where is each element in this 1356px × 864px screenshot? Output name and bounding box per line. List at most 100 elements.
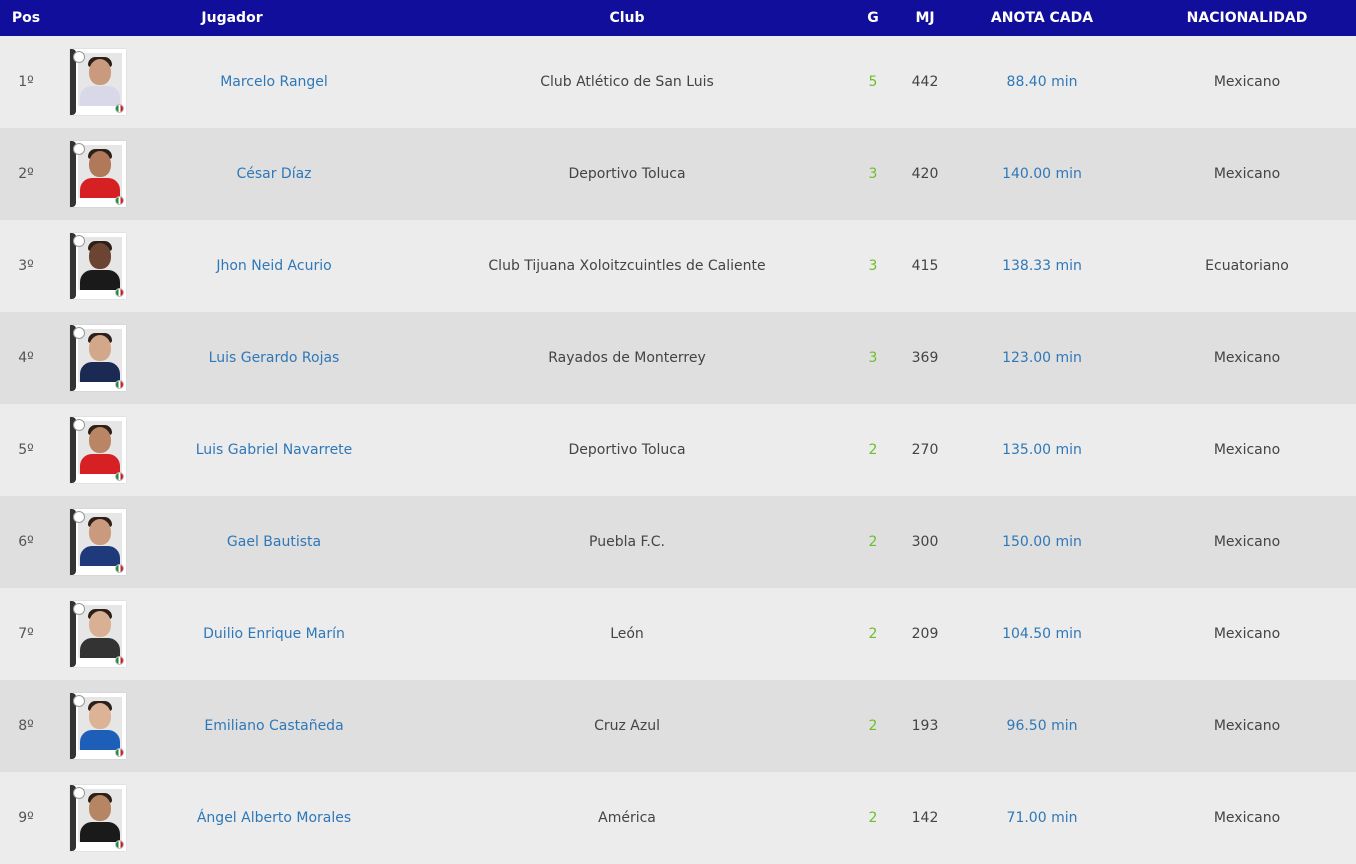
header-scores-every[interactable]: ANOTA CADA	[946, 0, 1138, 36]
scores-every-value: 135.00 min	[1002, 442, 1082, 458]
table-row: 8º Emiliano Castañeda Cruz Azul 2 193 96.50 m…	[0, 680, 1356, 772]
row-position: 4º	[18, 350, 34, 366]
table-row: 6º Gael Bautista Puebla F.C. 2 300 150.00 min…	[0, 496, 1356, 588]
player-name-link[interactable]: César Díaz	[232, 166, 311, 182]
player-name-link[interactable]: Gael Bautista	[223, 534, 321, 550]
club-name: América	[598, 810, 656, 826]
nationality-value: Mexicano	[1213, 74, 1281, 90]
scores-every-value: 140.00 min	[1002, 166, 1082, 182]
club-name: Rayados de Monterrey	[548, 350, 706, 366]
flag-icon	[115, 656, 124, 665]
nationality-value: Mexicano	[1213, 718, 1281, 734]
goals-value: 5	[868, 74, 878, 90]
player-photo-icon[interactable]	[70, 601, 126, 667]
scores-every-value: 123.00 min	[1002, 350, 1082, 366]
club-name: Deportivo Toluca	[568, 166, 686, 182]
player-name-link[interactable]: Ángel Alberto Morales	[193, 810, 351, 826]
row-position: 3º	[18, 258, 34, 274]
nationality-value: Mexicano	[1213, 626, 1281, 642]
club-name: León	[610, 626, 644, 642]
player-photo-icon[interactable]	[70, 325, 126, 391]
club-name: Deportivo Toluca	[568, 442, 686, 458]
goals-value: 2	[868, 626, 878, 642]
row-position: 6º	[18, 534, 34, 550]
nationality-value: Ecuatoriano	[1205, 258, 1289, 274]
player-photo-cell	[52, 772, 132, 864]
minutes-value: 415	[911, 258, 939, 274]
player-name-link[interactable]: Jhon Neid Acurio	[212, 258, 331, 274]
minutes-value: 209	[911, 626, 939, 642]
club-name: Puebla F.C.	[589, 534, 665, 550]
player-photo-icon[interactable]	[70, 49, 126, 115]
player-name-link[interactable]: Emiliano Castañeda	[200, 718, 343, 734]
flag-icon	[115, 196, 124, 205]
nationality-value: Mexicano	[1213, 810, 1281, 826]
club-crest-icon	[73, 695, 85, 707]
player-name-link[interactable]: Duilio Enrique Marín	[199, 626, 345, 642]
player-photo-icon[interactable]	[70, 141, 126, 207]
nationality-value: Mexicano	[1213, 166, 1281, 182]
table-row: 3º Jhon Neid Acurio Club Tijuana Xoloitzcu…	[0, 220, 1356, 312]
table-row: 2º César Díaz Deportivo Toluca 3 420 140.00 m…	[0, 128, 1356, 220]
header-pos[interactable]: Pos	[0, 0, 52, 36]
player-photo-icon[interactable]	[70, 417, 126, 483]
table-header: Pos Jugador Club G MJ ANOTA CADA NACIONA…	[0, 0, 1356, 36]
row-position: 7º	[18, 626, 34, 642]
header-goals[interactable]: G	[842, 0, 904, 36]
goals-value: 3	[868, 166, 878, 182]
header-player[interactable]: Jugador	[52, 0, 412, 36]
scores-every-value: 96.50 min	[1006, 718, 1078, 734]
club-crest-icon	[73, 235, 85, 247]
club-name: Club Tijuana Xoloitzcuintles de Caliente	[488, 258, 766, 274]
club-name: Cruz Azul	[594, 718, 660, 734]
nationality-value: Mexicano	[1213, 350, 1281, 366]
row-position: 9º	[18, 810, 34, 826]
header-minutes[interactable]: MJ	[904, 0, 946, 36]
goals-value: 2	[868, 718, 878, 734]
goals-value: 2	[868, 810, 878, 826]
table-row: 9º Ángel Alberto Morales América 2 142 71.00 …	[0, 772, 1356, 864]
club-name: Club Atlético de San Luis	[540, 74, 714, 90]
scores-every-value: 88.40 min	[1006, 74, 1078, 90]
row-position: 5º	[18, 442, 34, 458]
club-crest-icon	[73, 419, 85, 431]
player-photo-icon[interactable]	[70, 509, 126, 575]
header-nationality[interactable]: NACIONALIDAD	[1138, 0, 1356, 36]
player-photo-cell	[52, 128, 132, 220]
row-position: 2º	[18, 166, 34, 182]
goals-value: 2	[868, 442, 878, 458]
goals-value: 3	[868, 258, 878, 274]
player-photo-cell	[52, 588, 132, 680]
goals-value: 2	[868, 534, 878, 550]
flag-icon	[115, 564, 124, 573]
minutes-value: 420	[911, 166, 939, 182]
player-photo-icon[interactable]	[70, 693, 126, 759]
minutes-value: 142	[911, 810, 939, 826]
club-crest-icon	[73, 603, 85, 615]
club-crest-icon	[73, 511, 85, 523]
minutes-value: 369	[911, 350, 939, 366]
minutes-value: 442	[911, 74, 939, 90]
minutes-value: 193	[911, 718, 939, 734]
table-row: 1º Marcelo Rangel Club Atlético de San Lui…	[0, 36, 1356, 128]
scores-every-value: 71.00 min	[1006, 810, 1078, 826]
player-name-link[interactable]: Marcelo Rangel	[216, 74, 328, 90]
scores-every-value: 150.00 min	[1002, 534, 1082, 550]
row-position: 1º	[18, 74, 34, 90]
nationality-value: Mexicano	[1213, 534, 1281, 550]
flag-icon	[115, 288, 124, 297]
scores-every-value: 138.33 min	[1002, 258, 1082, 274]
player-name-link[interactable]: Luis Gabriel Navarrete	[192, 442, 353, 458]
header-club[interactable]: Club	[412, 0, 842, 36]
club-crest-icon	[73, 51, 85, 63]
player-name-link[interactable]: Luis Gerardo Rojas	[205, 350, 340, 366]
goals-value: 3	[868, 350, 878, 366]
player-photo-icon[interactable]	[70, 233, 126, 299]
row-position: 8º	[18, 718, 34, 734]
player-photo-cell	[52, 36, 132, 128]
scores-every-value: 104.50 min	[1002, 626, 1082, 642]
flag-icon	[115, 380, 124, 389]
header-row: Pos Jugador Club G MJ ANOTA CADA NACIONA…	[0, 0, 1356, 36]
player-photo-icon[interactable]	[70, 785, 126, 851]
player-photo-cell	[52, 220, 132, 312]
